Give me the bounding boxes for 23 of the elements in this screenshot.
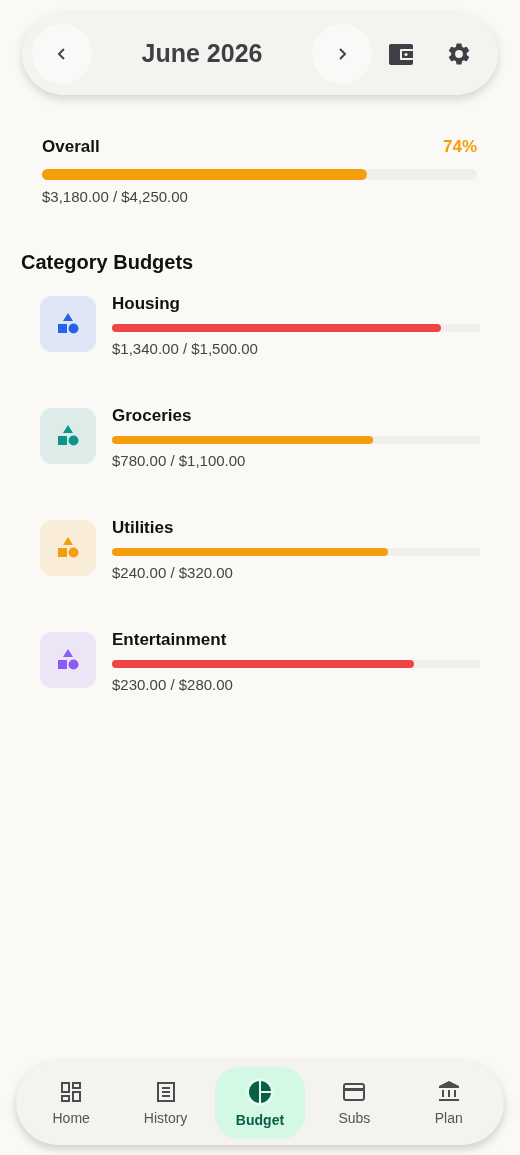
nav-tab[interactable]: Home [26, 1067, 117, 1139]
overall-label: Overall [42, 137, 100, 157]
category-name: Utilities [112, 518, 175, 538]
category-amount: $780.00 / $1,100.00 [112, 452, 247, 469]
bank-icon [436, 1080, 461, 1104]
month-title: June 2026 [140, 39, 264, 68]
nav-tab[interactable]: Plan [403, 1067, 494, 1139]
category-name: Entertainment [112, 630, 228, 650]
overall-amount: $3,180.00 / $4,250.00 [42, 188, 189, 205]
category-name: Housing [112, 294, 181, 314]
category-amount: $240.00 / $320.00 [112, 564, 234, 581]
category-amount: $1,340.00 / $1,500.00 [112, 340, 259, 357]
credit-card-icon [342, 1080, 367, 1104]
dashboard-icon [59, 1080, 84, 1104]
overall-percent: 74% [442, 137, 477, 157]
nav-tab[interactable]: Subs [309, 1067, 400, 1139]
wallet-icon [388, 41, 414, 66]
nav-tab[interactable]: History [120, 1067, 211, 1139]
category-name: Groceries [112, 406, 193, 426]
section-title: Category Budgets [21, 251, 195, 274]
category-amount: $230.00 / $280.00 [112, 676, 234, 693]
pie-chart-icon [245, 1078, 274, 1106]
nav-tab[interactable]: Budget [214, 1067, 305, 1139]
